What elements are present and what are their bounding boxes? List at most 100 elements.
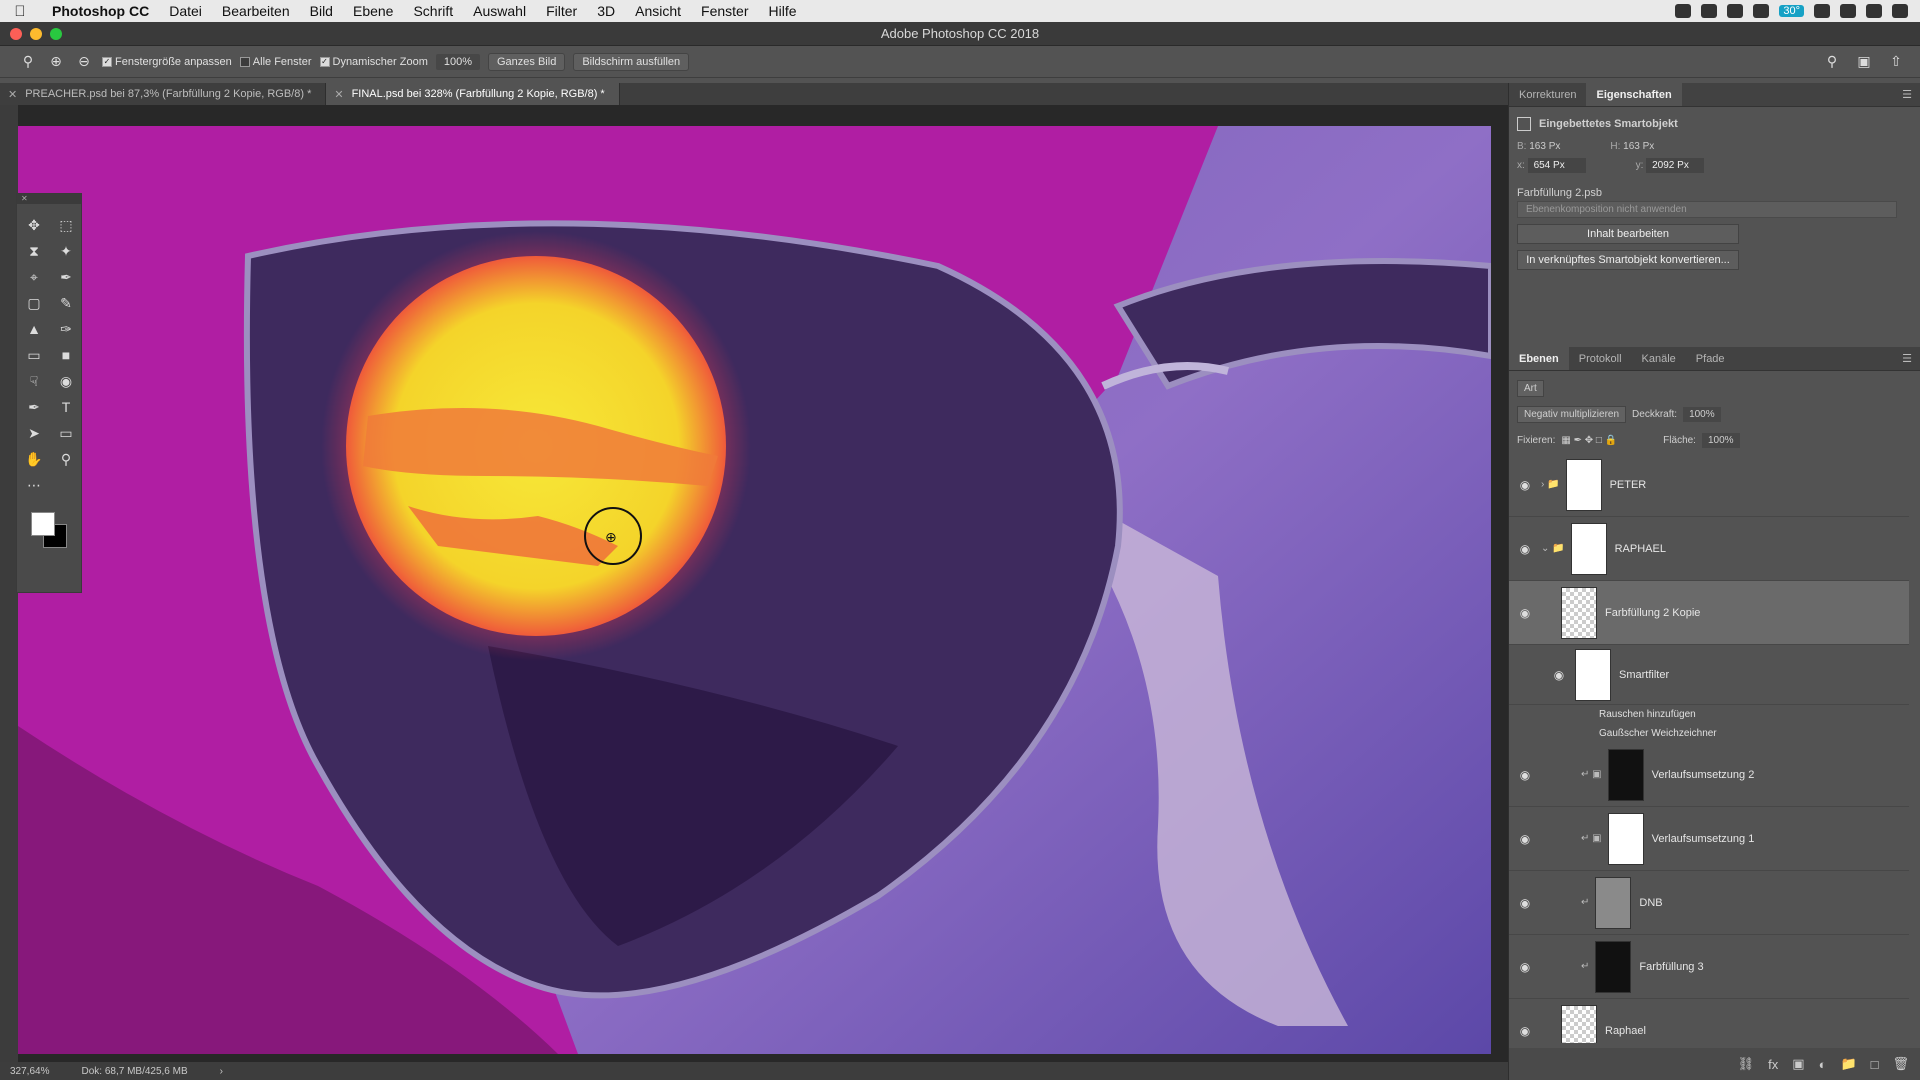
marquee-tool-icon[interactable]: ⬚ (50, 214, 82, 236)
close-tab-icon[interactable]: ✕ (8, 88, 17, 101)
visibility-eye-icon[interactable]: ◉ (1509, 606, 1541, 620)
fit-window-checkbox[interactable]: ✓ Fenstergröße anpassen (102, 56, 232, 68)
more-tools-icon[interactable]: ⋯ (18, 474, 50, 496)
new-group-icon[interactable]: 📁 (1840, 1056, 1856, 1072)
visibility-eye-icon[interactable]: ◉ (1509, 832, 1541, 846)
menu-hilfe[interactable]: Hilfe (759, 3, 807, 19)
app-menu[interactable]: Photoshop CC (40, 3, 159, 19)
share-icon[interactable]: ⇧ (1886, 52, 1906, 72)
document-canvas[interactable]: ⊕ (18, 126, 1491, 1054)
menu-bild[interactable]: Bild (300, 3, 343, 19)
adjustment-layer-icon[interactable]: ◐ (1819, 1057, 1827, 1072)
menu-auswahl[interactable]: Auswahl (463, 3, 536, 19)
layer-peter[interactable]: ◉ › 📁 PETER (1509, 453, 1909, 517)
zoom-in-icon[interactable]: ⊕ (46, 52, 66, 72)
dropbox-icon[interactable] (1727, 4, 1744, 18)
convert-linked-button[interactable]: In verknüpftes Smartobjekt konvertieren.… (1517, 250, 1739, 270)
zoom-tool-icon[interactable]: ⚲ (50, 448, 82, 470)
tab-korrekturen[interactable]: Korrekturen (1509, 83, 1586, 106)
wifi-icon[interactable] (1814, 4, 1830, 18)
layer-farbfuellung-2-kopie[interactable]: ◉ Farbfüllung 2 Kopie (1509, 581, 1909, 645)
tab-ebenen[interactable]: Ebenen (1509, 347, 1569, 370)
y-field[interactable]: 2092 Px (1646, 158, 1705, 173)
menu-bearbeiten[interactable]: Bearbeiten (212, 3, 300, 19)
type-tool-icon[interactable]: T (50, 396, 82, 418)
layer-smartfilter[interactable]: ◉ Smartfilter (1509, 645, 1909, 705)
rectangle-tool-icon[interactable]: ▭ (50, 422, 82, 444)
menu-ebene[interactable]: Ebene (343, 3, 403, 19)
panel-menu-icon[interactable]: ☰ (1894, 83, 1920, 106)
visibility-eye-icon[interactable]: ◉ (1509, 478, 1541, 492)
brush-tool-icon[interactable]: ✎ (50, 292, 82, 314)
weather-badge[interactable]: 30° (1779, 5, 1804, 17)
foreground-color-swatch[interactable] (31, 512, 55, 536)
edit-contents-button[interactable]: Inhalt bearbeiten (1517, 224, 1739, 244)
quick-select-tool-icon[interactable]: ✦ (50, 240, 82, 262)
new-layer-icon[interactable]: □ (1871, 1057, 1879, 1072)
eraser-tool-icon[interactable]: ▭ (18, 344, 50, 366)
dodge-tool-icon[interactable]: ◉ (50, 370, 82, 392)
workspace-icon[interactable]: ▣ (1854, 52, 1874, 72)
zoom-tool-icon[interactable]: ⚲ (18, 52, 38, 72)
creative-cloud-icon[interactable] (1753, 4, 1770, 18)
opacity-field[interactable]: 100% (1683, 406, 1721, 422)
tab-protokoll[interactable]: Protokoll (1569, 347, 1632, 370)
status-arrow-icon[interactable]: › (220, 1066, 223, 1077)
pen-tool-icon[interactable]: ✒ (18, 396, 50, 418)
menu-schrift[interactable]: Schrift (403, 3, 463, 19)
spotlight-icon[interactable] (1866, 4, 1882, 18)
fx-icon[interactable]: fx (1768, 1057, 1778, 1072)
whole-image-button[interactable]: Ganzes Bild (488, 52, 566, 71)
menu-fenster[interactable]: Fenster (691, 3, 758, 19)
stamp-tool-icon[interactable]: ▲ (18, 318, 50, 340)
menu-3d[interactable]: 3D (587, 3, 625, 19)
tab-pfade[interactable]: Pfade (1686, 347, 1735, 370)
visibility-eye-icon[interactable]: ◉ (1509, 896, 1541, 910)
fill-screen-button[interactable]: Bildschirm ausfüllen (573, 52, 690, 71)
visibility-eye-icon[interactable]: ◉ (1543, 668, 1575, 682)
tab-eigenschaften[interactable]: Eigenschaften (1586, 83, 1682, 106)
dynamic-zoom-checkbox[interactable]: ✓ Dynamischer Zoom (319, 56, 428, 68)
search-icon[interactable]: ⚲ (1822, 52, 1842, 72)
x-field[interactable]: 654 Px (1527, 158, 1586, 173)
eyedropper-tool-icon[interactable]: ✒ (50, 266, 82, 288)
zoom-window-button[interactable] (50, 27, 62, 40)
add-mask-icon[interactable]: ▣ (1792, 1056, 1804, 1072)
zoom-level[interactable]: 327,64% (10, 1066, 49, 1077)
menu-ansicht[interactable]: Ansicht (625, 3, 691, 19)
height-value[interactable]: 163 Px (1623, 141, 1654, 152)
layer-farbfuellung-3[interactable]: ◉ ↵ Farbfüllung 3 (1509, 935, 1909, 999)
layer-filter-select[interactable]: Art (1517, 379, 1544, 397)
smudge-tool-icon[interactable]: ☟ (18, 370, 50, 392)
blend-mode-select[interactable]: Negativ multiplizieren (1517, 405, 1627, 423)
display-icon[interactable] (1701, 4, 1718, 18)
close-window-button[interactable] (10, 27, 22, 40)
visibility-eye-icon[interactable]: ◉ (1509, 960, 1541, 974)
width-value[interactable]: 163 Px (1529, 141, 1560, 152)
all-windows-checkbox[interactable]: Alle Fenster (239, 56, 312, 68)
apple-icon[interactable]:  (0, 3, 40, 20)
tab-kanaele[interactable]: Kanäle (1632, 347, 1686, 370)
move-tool-icon[interactable]: ✥ (18, 214, 50, 236)
layer-raphael[interactable]: ◉ ⌄ 📁 RAPHAEL (1509, 517, 1909, 581)
path-select-tool-icon[interactable]: ➤ (18, 422, 50, 444)
crop-tool-icon[interactable]: ⌖ (18, 266, 50, 288)
trash-icon[interactable]: 🗑 (1892, 1056, 1909, 1072)
layer-comp-select[interactable]: Ebenenkomposition nicht anwenden (1517, 201, 1897, 218)
visibility-eye-icon[interactable]: ◉ (1509, 768, 1541, 782)
tab-final[interactable]: ✕ FINAL.psd bei 328% (Farbfüllung 2 Kopi… (326, 83, 620, 105)
lock-icons[interactable]: ▦ ✒ ✥ □ 🔒 (1561, 435, 1617, 446)
toolbox-header[interactable]: ✕ (17, 194, 81, 204)
tab-preacher[interactable]: ✕ PREACHER.psd bei 87,3% (Farbfüllung 2 … (0, 83, 327, 105)
fill-field[interactable]: 100% (1701, 432, 1740, 448)
layer-verlaufsumsetzung-1[interactable]: ◉ ↵ ▣ Verlaufsumsetzung 1 (1509, 807, 1909, 871)
menu-filter[interactable]: Filter (536, 3, 587, 19)
layer-verlaufsumsetzung-2[interactable]: ◉ ↵ ▣ Verlaufsumsetzung 2 (1509, 743, 1909, 807)
hand-tool-icon[interactable]: ✋ (18, 448, 50, 470)
menu-datei[interactable]: Datei (159, 3, 212, 19)
record-icon[interactable] (1675, 4, 1692, 18)
gradient-tool-icon[interactable]: ■ (50, 344, 82, 366)
layer-raphael-image[interactable]: ◉ Raphael (1509, 999, 1909, 1043)
history-brush-tool-icon[interactable]: ✑ (50, 318, 82, 340)
layer-dnb[interactable]: ◉ ↵ DNB (1509, 871, 1909, 935)
